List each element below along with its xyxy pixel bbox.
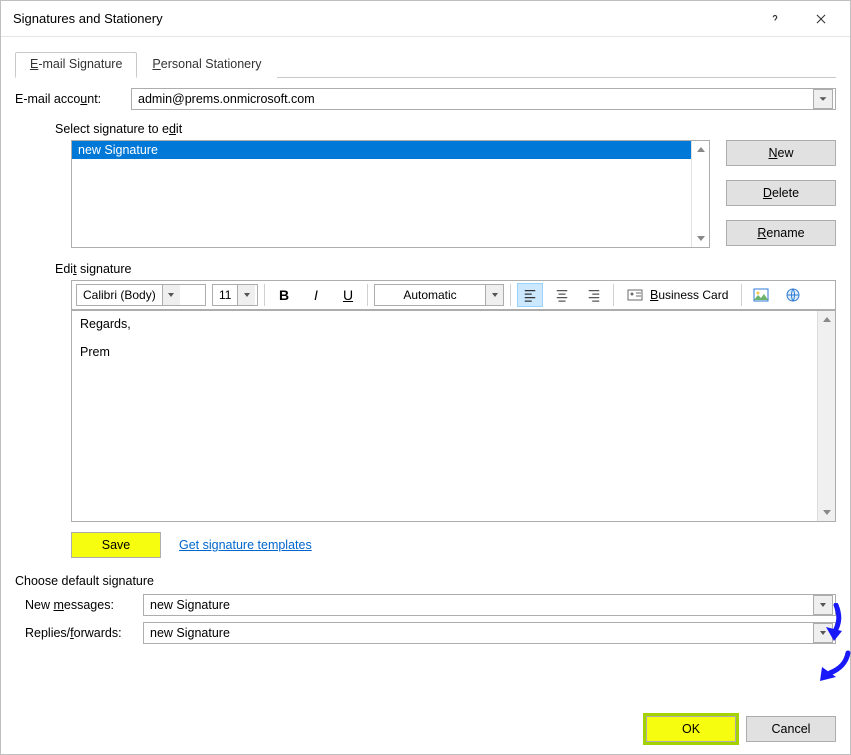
titlebar: Signatures and Stationery bbox=[1, 1, 850, 37]
align-left-icon bbox=[523, 288, 537, 302]
window-title: Signatures and Stationery bbox=[13, 11, 752, 26]
choose-default-label: Choose default signature bbox=[15, 574, 836, 588]
new-messages-value: new Signature bbox=[150, 598, 230, 612]
get-templates-link[interactable]: Get signature templates bbox=[179, 538, 312, 552]
italic-button[interactable]: I bbox=[303, 283, 329, 307]
link-icon bbox=[785, 287, 801, 303]
editor-scrollbar[interactable] bbox=[817, 311, 835, 521]
editor-line: Prem bbox=[80, 345, 809, 359]
replies-forwards-value: new Signature bbox=[150, 626, 230, 640]
signature-listbox[interactable]: new Signature bbox=[71, 140, 710, 248]
email-account-row: E-mail account: admin@prems.onmicrosoft.… bbox=[15, 88, 836, 110]
signature-editor[interactable]: Regards, Prem bbox=[72, 311, 817, 521]
insert-picture-button[interactable] bbox=[748, 283, 774, 307]
list-item[interactable]: new Signature bbox=[72, 141, 691, 159]
replies-forwards-label: Replies/forwards: bbox=[15, 626, 135, 640]
align-right-icon bbox=[587, 288, 601, 302]
format-toolbar: Calibri (Body) 11 B I U Automatic bbox=[71, 280, 836, 310]
chevron-down-icon bbox=[162, 285, 180, 305]
business-card-button[interactable]: Business Card bbox=[620, 283, 735, 307]
insert-link-button[interactable] bbox=[780, 283, 806, 307]
editor-line: Regards, bbox=[80, 317, 809, 331]
select-signature-label: Select signature to edit bbox=[55, 122, 836, 136]
font-color-dropdown[interactable]: Automatic bbox=[374, 284, 504, 306]
listbox-scrollbar[interactable] bbox=[691, 141, 709, 247]
email-account-value: admin@prems.onmicrosoft.com bbox=[138, 92, 315, 106]
bold-button[interactable]: B bbox=[271, 283, 297, 307]
signature-editor-wrap: Regards, Prem bbox=[71, 310, 836, 522]
tab-personal-stationery[interactable]: Personal Stationery bbox=[137, 52, 276, 78]
tab-bar: E-mail Signature Personal Stationery bbox=[15, 51, 836, 78]
scroll-up-icon[interactable] bbox=[818, 311, 835, 329]
help-button[interactable] bbox=[752, 4, 798, 34]
chevron-down-icon bbox=[813, 89, 833, 109]
new-messages-label: New messages: bbox=[15, 598, 135, 612]
rename-button[interactable]: Rename bbox=[726, 220, 836, 246]
scroll-up-icon[interactable] bbox=[692, 141, 709, 159]
new-messages-dropdown[interactable]: new Signature bbox=[143, 594, 836, 616]
align-center-button[interactable] bbox=[549, 283, 575, 307]
font-size-dropdown[interactable]: 11 bbox=[212, 284, 258, 306]
save-button[interactable]: Save bbox=[71, 532, 161, 558]
signatures-dialog: Signatures and Stationery E-mail Signatu… bbox=[0, 0, 851, 755]
scroll-down-icon[interactable] bbox=[692, 229, 709, 247]
email-account-dropdown[interactable]: admin@prems.onmicrosoft.com bbox=[131, 88, 836, 110]
tab-email-signature[interactable]: E-mail Signature bbox=[15, 52, 137, 78]
replies-forwards-dropdown[interactable]: new Signature bbox=[143, 622, 836, 644]
delete-button[interactable]: Delete bbox=[726, 180, 836, 206]
align-left-button[interactable] bbox=[517, 283, 543, 307]
align-right-button[interactable] bbox=[581, 283, 607, 307]
scroll-down-icon[interactable] bbox=[818, 503, 835, 521]
chevron-down-icon bbox=[237, 285, 255, 305]
dialog-footer: OK Cancel bbox=[1, 704, 850, 754]
underline-button[interactable]: U bbox=[335, 283, 361, 307]
choose-default-section: Choose default signature New messages: n… bbox=[15, 574, 836, 644]
chevron-down-icon bbox=[485, 285, 503, 305]
chevron-down-icon bbox=[813, 595, 833, 615]
close-icon bbox=[814, 12, 828, 26]
font-family-dropdown[interactable]: Calibri (Body) bbox=[76, 284, 206, 306]
help-icon bbox=[768, 12, 782, 26]
email-account-label: E-mail account: bbox=[15, 92, 123, 106]
business-card-icon bbox=[627, 288, 643, 302]
edit-signature-label: Edit signature bbox=[55, 262, 836, 276]
chevron-down-icon bbox=[813, 623, 833, 643]
ok-button[interactable]: OK bbox=[646, 716, 736, 742]
picture-icon bbox=[753, 288, 769, 302]
cancel-button[interactable]: Cancel bbox=[746, 716, 836, 742]
align-center-icon bbox=[555, 288, 569, 302]
new-button[interactable]: New bbox=[726, 140, 836, 166]
close-button[interactable] bbox=[798, 4, 844, 34]
